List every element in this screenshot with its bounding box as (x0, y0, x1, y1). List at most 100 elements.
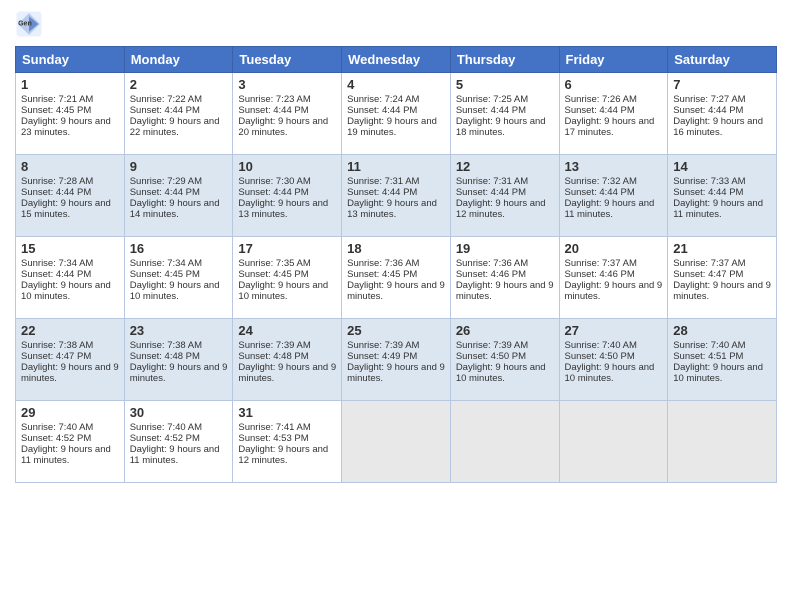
day-cell: 18Sunrise: 7:36 AMSunset: 4:45 PMDayligh… (342, 237, 451, 319)
day-cell: 5Sunrise: 7:25 AMSunset: 4:44 PMDaylight… (450, 73, 559, 155)
day-cell: 20Sunrise: 7:37 AMSunset: 4:46 PMDayligh… (559, 237, 668, 319)
day-cell: 12Sunrise: 7:31 AMSunset: 4:44 PMDayligh… (450, 155, 559, 237)
logo: Gen (15, 10, 47, 38)
daylight: Daylight: 9 hours and 9 minutes. (673, 280, 771, 302)
day-cell: 27Sunrise: 7:40 AMSunset: 4:50 PMDayligh… (559, 319, 668, 401)
sunset: Sunset: 4:51 PM (673, 351, 743, 362)
sunrise: Sunrise: 7:39 AM (238, 340, 310, 351)
daylight: Daylight: 9 hours and 14 minutes. (130, 198, 220, 220)
header: Gen (15, 10, 777, 38)
sunrise: Sunrise: 7:35 AM (238, 258, 310, 269)
daylight: Daylight: 9 hours and 9 minutes. (565, 280, 663, 302)
sunset: Sunset: 4:44 PM (347, 187, 417, 198)
day-number: 23 (130, 323, 228, 338)
day-number: 4 (347, 77, 445, 92)
day-cell: 8Sunrise: 7:28 AMSunset: 4:44 PMDaylight… (16, 155, 125, 237)
daylight: Daylight: 9 hours and 10 minutes. (456, 362, 546, 384)
day-number: 29 (21, 405, 119, 420)
sunset: Sunset: 4:48 PM (130, 351, 200, 362)
sunrise: Sunrise: 7:27 AM (673, 94, 745, 105)
sunset: Sunset: 4:49 PM (347, 351, 417, 362)
sunrise: Sunrise: 7:29 AM (130, 176, 202, 187)
day-number: 3 (238, 77, 336, 92)
sunrise: Sunrise: 7:39 AM (347, 340, 419, 351)
daylight: Daylight: 9 hours and 15 minutes. (21, 198, 111, 220)
daylight: Daylight: 9 hours and 9 minutes. (347, 362, 445, 384)
day-number: 30 (130, 405, 228, 420)
sunset: Sunset: 4:44 PM (238, 105, 308, 116)
daylight: Daylight: 9 hours and 10 minutes. (673, 362, 763, 384)
daylight: Daylight: 9 hours and 19 minutes. (347, 116, 437, 138)
sunrise: Sunrise: 7:39 AM (456, 340, 528, 351)
day-number: 19 (456, 241, 554, 256)
day-header-saturday: Saturday (668, 47, 777, 73)
sunset: Sunset: 4:48 PM (238, 351, 308, 362)
sunrise: Sunrise: 7:41 AM (238, 422, 310, 433)
daylight: Daylight: 9 hours and 18 minutes. (456, 116, 546, 138)
daylight: Daylight: 9 hours and 9 minutes. (347, 280, 445, 302)
day-header-wednesday: Wednesday (342, 47, 451, 73)
day-number: 2 (130, 77, 228, 92)
day-number: 1 (21, 77, 119, 92)
sunrise: Sunrise: 7:36 AM (456, 258, 528, 269)
day-cell: 1Sunrise: 7:21 AMSunset: 4:45 PMDaylight… (16, 73, 125, 155)
day-cell: 17 Sunrise: 7:35 AMSunset: 4:45 PMDayligh… (233, 237, 342, 319)
day-cell (342, 401, 451, 483)
day-cell: 13Sunrise: 7:32 AMSunset: 4:44 PMDayligh… (559, 155, 668, 237)
sunrise: Sunrise: 7:38 AM (21, 340, 93, 351)
daylight: Daylight: 9 hours and 10 minutes. (21, 280, 111, 302)
page: Gen SundayMondayTuesdayWednesdayThursday… (0, 0, 792, 612)
day-cell: 19Sunrise: 7:36 AMSunset: 4:46 PMDayligh… (450, 237, 559, 319)
calendar-table: SundayMondayTuesdayWednesdayThursdayFrid… (15, 46, 777, 483)
sunset: Sunset: 4:44 PM (673, 187, 743, 198)
sunset: Sunset: 4:50 PM (456, 351, 526, 362)
daylight: Daylight: 9 hours and 23 minutes. (21, 116, 111, 138)
daylight: Daylight: 9 hours and 9 minutes. (238, 362, 336, 384)
sunrise: Sunrise: 7:25 AM (456, 94, 528, 105)
daylight: Daylight: 9 hours and 13 minutes. (347, 198, 437, 220)
sunrise: Sunrise: 7:31 AM (347, 176, 419, 187)
daylight: Daylight: 9 hours and 11 minutes. (21, 444, 111, 466)
day-cell: 30Sunrise: 7:40 AMSunset: 4:52 PMDayligh… (124, 401, 233, 483)
sunrise: Sunrise: 7:32 AM (565, 176, 637, 187)
day-cell: 11Sunrise: 7:31 AMSunset: 4:44 PMDayligh… (342, 155, 451, 237)
day-number: 10 (238, 159, 336, 174)
sunrise: Sunrise: 7:31 AM (456, 176, 528, 187)
sunset: Sunset: 4:45 PM (347, 269, 417, 280)
sunset: Sunset: 4:44 PM (565, 187, 635, 198)
sunset: Sunset: 4:44 PM (238, 187, 308, 198)
day-number: 25 (347, 323, 445, 338)
week-row-2: 8Sunrise: 7:28 AMSunset: 4:44 PMDaylight… (16, 155, 777, 237)
daylight: Daylight: 9 hours and 22 minutes. (130, 116, 220, 138)
day-cell: 6Sunrise: 7:26 AMSunset: 4:44 PMDaylight… (559, 73, 668, 155)
sunset: Sunset: 4:45 PM (21, 105, 91, 116)
day-cell (668, 401, 777, 483)
week-row-1: 1Sunrise: 7:21 AMSunset: 4:45 PMDaylight… (16, 73, 777, 155)
sunrise: Sunrise: 7:33 AM (673, 176, 745, 187)
day-number: 6 (565, 77, 663, 92)
daylight: Daylight: 9 hours and 10 minutes. (238, 280, 328, 302)
day-header-sunday: Sunday (16, 47, 125, 73)
sunset: Sunset: 4:44 PM (130, 105, 200, 116)
daylight: Daylight: 9 hours and 11 minutes. (673, 198, 763, 220)
day-header-monday: Monday (124, 47, 233, 73)
day-cell: 7Sunrise: 7:27 AMSunset: 4:44 PMDaylight… (668, 73, 777, 155)
day-number: 15 (21, 241, 119, 256)
day-number: 31 (238, 405, 336, 420)
day-cell: 15Sunrise: 7:34 AMSunset: 4:44 PMDayligh… (16, 237, 125, 319)
day-cell: 14Sunrise: 7:33 AMSunset: 4:44 PMDayligh… (668, 155, 777, 237)
day-number: 9 (130, 159, 228, 174)
sunset: Sunset: 4:45 PM (238, 269, 308, 280)
week-row-4: 22Sunrise: 7:38 AMSunset: 4:47 PMDayligh… (16, 319, 777, 401)
logo-icon: Gen (15, 10, 43, 38)
day-number: 17 (238, 241, 336, 256)
sunrise: Sunrise: 7:37 AM (673, 258, 745, 269)
sunrise: Sunrise: 7:30 AM (238, 176, 310, 187)
sunset: Sunset: 4:50 PM (565, 351, 635, 362)
day-header-friday: Friday (559, 47, 668, 73)
day-cell (450, 401, 559, 483)
daylight: Daylight: 9 hours and 11 minutes. (565, 198, 655, 220)
sunrise: Sunrise: 7:28 AM (21, 176, 93, 187)
sunrise: Sunrise: 7:24 AM (347, 94, 419, 105)
day-cell: 29Sunrise: 7:40 AMSunset: 4:52 PMDayligh… (16, 401, 125, 483)
